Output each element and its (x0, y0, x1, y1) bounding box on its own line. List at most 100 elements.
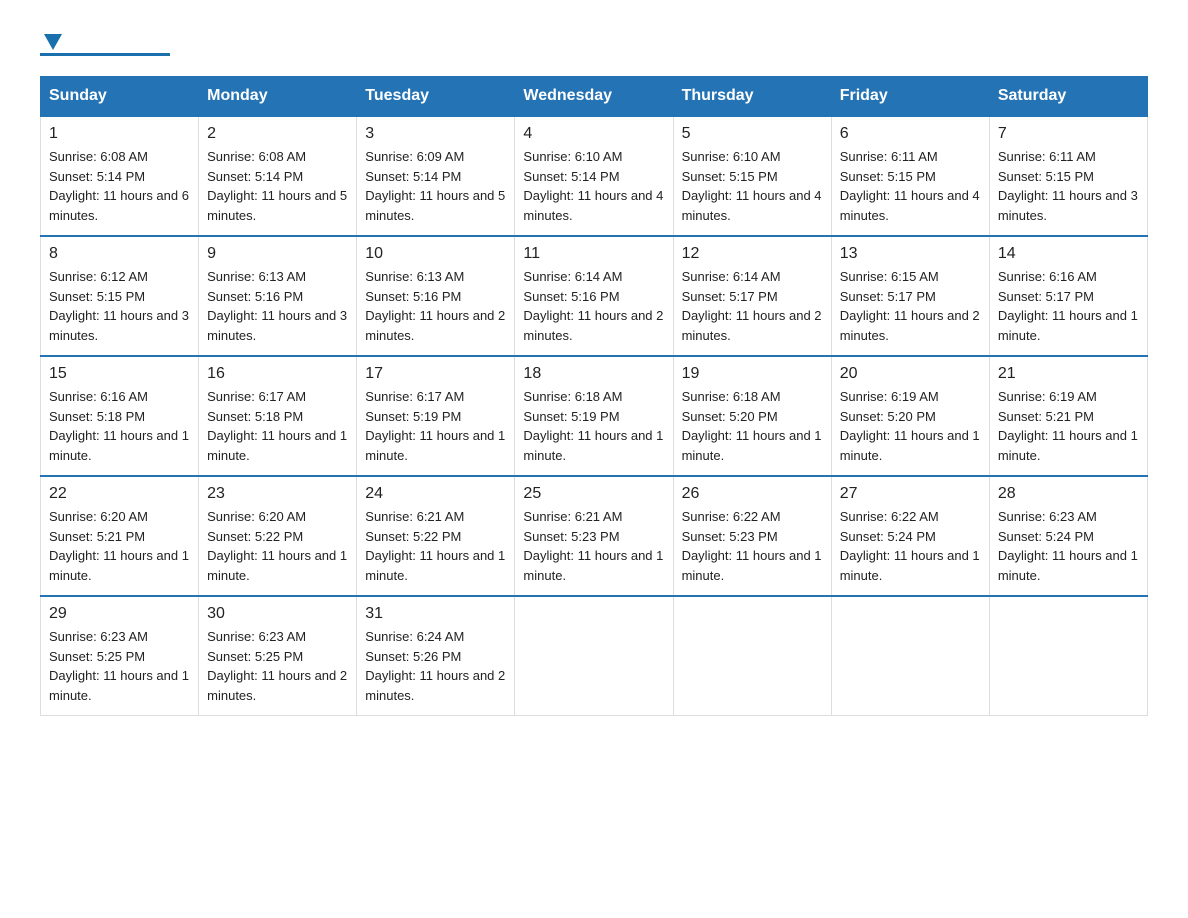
calendar-cell (515, 596, 673, 716)
calendar-cell: 20 Sunrise: 6:19 AM Sunset: 5:20 PM Dayl… (831, 356, 989, 476)
day-info: Sunrise: 6:19 AM Sunset: 5:21 PM Dayligh… (998, 387, 1139, 465)
day-number: 12 (682, 245, 823, 263)
weekday-header-tuesday: Tuesday (357, 77, 515, 117)
calendar-cell (989, 596, 1147, 716)
weekday-header-row: SundayMondayTuesdayWednesdayThursdayFrid… (41, 77, 1148, 117)
day-number: 19 (682, 365, 823, 383)
calendar-cell: 31 Sunrise: 6:24 AM Sunset: 5:26 PM Dayl… (357, 596, 515, 716)
calendar-cell: 11 Sunrise: 6:14 AM Sunset: 5:16 PM Dayl… (515, 236, 673, 356)
calendar-cell: 12 Sunrise: 6:14 AM Sunset: 5:17 PM Dayl… (673, 236, 831, 356)
day-number: 7 (998, 125, 1139, 143)
calendar-cell: 18 Sunrise: 6:18 AM Sunset: 5:19 PM Dayl… (515, 356, 673, 476)
day-number: 4 (523, 125, 664, 143)
calendar-cell: 19 Sunrise: 6:18 AM Sunset: 5:20 PM Dayl… (673, 356, 831, 476)
day-number: 15 (49, 365, 190, 383)
day-number: 30 (207, 605, 348, 623)
calendar-cell: 29 Sunrise: 6:23 AM Sunset: 5:25 PM Dayl… (41, 596, 199, 716)
day-number: 18 (523, 365, 664, 383)
calendar-cell: 30 Sunrise: 6:23 AM Sunset: 5:25 PM Dayl… (199, 596, 357, 716)
calendar-cell: 5 Sunrise: 6:10 AM Sunset: 5:15 PM Dayli… (673, 116, 831, 236)
calendar-cell: 28 Sunrise: 6:23 AM Sunset: 5:24 PM Dayl… (989, 476, 1147, 596)
week-row-4: 22 Sunrise: 6:20 AM Sunset: 5:21 PM Dayl… (41, 476, 1148, 596)
day-info: Sunrise: 6:22 AM Sunset: 5:24 PM Dayligh… (840, 507, 981, 585)
day-number: 3 (365, 125, 506, 143)
day-info: Sunrise: 6:22 AM Sunset: 5:23 PM Dayligh… (682, 507, 823, 585)
day-info: Sunrise: 6:13 AM Sunset: 5:16 PM Dayligh… (365, 267, 506, 345)
day-info: Sunrise: 6:10 AM Sunset: 5:14 PM Dayligh… (523, 147, 664, 225)
day-number: 27 (840, 485, 981, 503)
day-info: Sunrise: 6:08 AM Sunset: 5:14 PM Dayligh… (49, 147, 190, 225)
day-info: Sunrise: 6:18 AM Sunset: 5:20 PM Dayligh… (682, 387, 823, 465)
calendar-cell: 10 Sunrise: 6:13 AM Sunset: 5:16 PM Dayl… (357, 236, 515, 356)
day-info: Sunrise: 6:15 AM Sunset: 5:17 PM Dayligh… (840, 267, 981, 345)
day-info: Sunrise: 6:13 AM Sunset: 5:16 PM Dayligh… (207, 267, 348, 345)
day-number: 17 (365, 365, 506, 383)
calendar-cell: 3 Sunrise: 6:09 AM Sunset: 5:14 PM Dayli… (357, 116, 515, 236)
calendar-cell: 9 Sunrise: 6:13 AM Sunset: 5:16 PM Dayli… (199, 236, 357, 356)
calendar-cell: 6 Sunrise: 6:11 AM Sunset: 5:15 PM Dayli… (831, 116, 989, 236)
logo-triangle-icon (44, 34, 62, 55)
day-number: 24 (365, 485, 506, 503)
day-info: Sunrise: 6:12 AM Sunset: 5:15 PM Dayligh… (49, 267, 190, 345)
day-number: 16 (207, 365, 348, 383)
day-info: Sunrise: 6:21 AM Sunset: 5:23 PM Dayligh… (523, 507, 664, 585)
calendar-table: SundayMondayTuesdayWednesdayThursdayFrid… (40, 76, 1148, 716)
day-info: Sunrise: 6:23 AM Sunset: 5:24 PM Dayligh… (998, 507, 1139, 585)
calendar-cell: 22 Sunrise: 6:20 AM Sunset: 5:21 PM Dayl… (41, 476, 199, 596)
day-number: 1 (49, 125, 190, 143)
calendar-cell: 15 Sunrise: 6:16 AM Sunset: 5:18 PM Dayl… (41, 356, 199, 476)
logo (40, 30, 170, 56)
day-number: 25 (523, 485, 664, 503)
calendar-cell: 1 Sunrise: 6:08 AM Sunset: 5:14 PM Dayli… (41, 116, 199, 236)
day-info: Sunrise: 6:09 AM Sunset: 5:14 PM Dayligh… (365, 147, 506, 225)
day-number: 5 (682, 125, 823, 143)
day-info: Sunrise: 6:21 AM Sunset: 5:22 PM Dayligh… (365, 507, 506, 585)
calendar-cell: 16 Sunrise: 6:17 AM Sunset: 5:18 PM Dayl… (199, 356, 357, 476)
day-number: 28 (998, 485, 1139, 503)
day-number: 31 (365, 605, 506, 623)
day-info: Sunrise: 6:18 AM Sunset: 5:19 PM Dayligh… (523, 387, 664, 465)
calendar-cell: 4 Sunrise: 6:10 AM Sunset: 5:14 PM Dayli… (515, 116, 673, 236)
day-number: 29 (49, 605, 190, 623)
day-number: 10 (365, 245, 506, 263)
day-info: Sunrise: 6:14 AM Sunset: 5:17 PM Dayligh… (682, 267, 823, 345)
day-number: 26 (682, 485, 823, 503)
week-row-5: 29 Sunrise: 6:23 AM Sunset: 5:25 PM Dayl… (41, 596, 1148, 716)
calendar-cell: 23 Sunrise: 6:20 AM Sunset: 5:22 PM Dayl… (199, 476, 357, 596)
day-info: Sunrise: 6:11 AM Sunset: 5:15 PM Dayligh… (998, 147, 1139, 225)
day-info: Sunrise: 6:24 AM Sunset: 5:26 PM Dayligh… (365, 627, 506, 705)
day-number: 22 (49, 485, 190, 503)
calendar-cell: 7 Sunrise: 6:11 AM Sunset: 5:15 PM Dayli… (989, 116, 1147, 236)
day-info: Sunrise: 6:11 AM Sunset: 5:15 PM Dayligh… (840, 147, 981, 225)
day-number: 21 (998, 365, 1139, 383)
weekday-header-friday: Friday (831, 77, 989, 117)
day-number: 2 (207, 125, 348, 143)
weekday-header-monday: Monday (199, 77, 357, 117)
day-info: Sunrise: 6:17 AM Sunset: 5:19 PM Dayligh… (365, 387, 506, 465)
day-info: Sunrise: 6:19 AM Sunset: 5:20 PM Dayligh… (840, 387, 981, 465)
day-info: Sunrise: 6:17 AM Sunset: 5:18 PM Dayligh… (207, 387, 348, 465)
day-info: Sunrise: 6:20 AM Sunset: 5:22 PM Dayligh… (207, 507, 348, 585)
day-number: 8 (49, 245, 190, 263)
calendar-cell: 13 Sunrise: 6:15 AM Sunset: 5:17 PM Dayl… (831, 236, 989, 356)
calendar-cell: 17 Sunrise: 6:17 AM Sunset: 5:19 PM Dayl… (357, 356, 515, 476)
day-info: Sunrise: 6:23 AM Sunset: 5:25 PM Dayligh… (49, 627, 190, 705)
day-info: Sunrise: 6:16 AM Sunset: 5:17 PM Dayligh… (998, 267, 1139, 345)
weekday-header-thursday: Thursday (673, 77, 831, 117)
day-number: 6 (840, 125, 981, 143)
calendar-cell (831, 596, 989, 716)
weekday-header-wednesday: Wednesday (515, 77, 673, 117)
day-info: Sunrise: 6:10 AM Sunset: 5:15 PM Dayligh… (682, 147, 823, 225)
day-number: 9 (207, 245, 348, 263)
calendar-cell: 2 Sunrise: 6:08 AM Sunset: 5:14 PM Dayli… (199, 116, 357, 236)
weekday-header-saturday: Saturday (989, 77, 1147, 117)
day-number: 20 (840, 365, 981, 383)
week-row-3: 15 Sunrise: 6:16 AM Sunset: 5:18 PM Dayl… (41, 356, 1148, 476)
day-number: 13 (840, 245, 981, 263)
calendar-cell: 8 Sunrise: 6:12 AM Sunset: 5:15 PM Dayli… (41, 236, 199, 356)
day-info: Sunrise: 6:20 AM Sunset: 5:21 PM Dayligh… (49, 507, 190, 585)
day-info: Sunrise: 6:16 AM Sunset: 5:18 PM Dayligh… (49, 387, 190, 465)
week-row-2: 8 Sunrise: 6:12 AM Sunset: 5:15 PM Dayli… (41, 236, 1148, 356)
day-number: 23 (207, 485, 348, 503)
calendar-cell: 27 Sunrise: 6:22 AM Sunset: 5:24 PM Dayl… (831, 476, 989, 596)
